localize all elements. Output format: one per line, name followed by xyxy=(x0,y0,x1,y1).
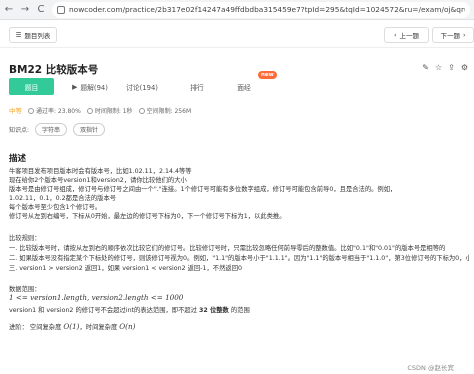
star-icon[interactable]: ☆ xyxy=(435,63,442,72)
problem-list-label: 题目列表 xyxy=(24,32,51,40)
range-note-bold: 32 位整数 xyxy=(199,307,229,314)
space-limit-text: 空间限制: 256M xyxy=(146,107,192,115)
clock-icon xyxy=(86,108,93,114)
pass-rate-text: 通过率: 23.80% xyxy=(36,107,81,115)
rule-line: 一. 比较版本号时，请按从左到右的顺序依次比较它们的修订号。比较修订号时，只需比… xyxy=(9,245,446,252)
tab-problem[interactable]: 题目 xyxy=(9,78,54,95)
video-icon: ▶ xyxy=(72,82,78,91)
desc-line: 1.02.11，0.1，0.2都是合法的版本号 xyxy=(9,195,117,202)
forward-arrow-icon[interactable]: → xyxy=(20,0,30,20)
desc-line: 每个版本号至少包含1个修订号。 xyxy=(9,204,102,211)
rule-line: 三. version1 > version2 返回1，如果 version1 <… xyxy=(9,265,242,272)
problem-tabs: 题目 ▶ 题解(94) 讨论(194) 排行 面经 new xyxy=(9,71,474,96)
next-problem-label: 下一题 xyxy=(440,32,460,40)
desc-line: 牛客项目发布项目版本时会有版本号，比如1.02.11，2.14.4等等 xyxy=(9,168,192,175)
space-complexity: O(1) xyxy=(63,322,80,331)
reload-icon[interactable]: C xyxy=(36,0,46,20)
watermark: CSDN @赵长宾 xyxy=(407,364,454,372)
advanced-requirement: 进阶： 空间复杂度 O(1)，时间复杂度 O(n) xyxy=(9,322,469,331)
edit-icon[interactable]: ✎ xyxy=(422,63,429,72)
tab-solutions-label: 题解(94) xyxy=(80,83,108,92)
share-icon[interactable]: ⇪ xyxy=(448,63,455,72)
difficulty-label: 中等 xyxy=(9,107,22,115)
range-note: version1 和 version2 的修订号不会超过int的表达范围，即不超… xyxy=(9,305,469,314)
settings-icon[interactable]: ⚙ xyxy=(461,63,468,72)
address-bar[interactable]: nowcoder.com/practice/2b317e02f14247a49f… xyxy=(52,1,470,18)
range-formula: 1 <= version1.length, version2.length <=… xyxy=(9,293,184,302)
title-actions: ✎ ☆ ⇪ ⚙ xyxy=(422,63,468,72)
pass-rate-icon xyxy=(28,108,34,114)
pass-rate: 通过率: 23.80% xyxy=(28,106,81,115)
space-limit: 空间限制: 256M xyxy=(138,106,192,115)
site-info-icon[interactable] xyxy=(57,5,65,14)
prev-icon: ‹ xyxy=(393,31,397,39)
desc-line: 修订号从左到右编号，下标从0开始，最左边的修订号下标为0，下一个修订号下标为1，… xyxy=(9,213,286,220)
range-heading: 数据范围： xyxy=(9,286,41,293)
knowledge-tag-two-pointers[interactable]: 双指针 xyxy=(73,123,106,136)
knowledge-label: 知识点: xyxy=(9,127,30,134)
tab-solutions[interactable]: ▶ 题解(94) xyxy=(65,78,115,95)
problem-title: BM22 比较版本号 xyxy=(9,64,99,76)
new-badge: new xyxy=(258,71,277,79)
description-heading: 描述 xyxy=(9,154,27,164)
rules-heading: 比较规则： xyxy=(9,235,41,242)
prev-problem-label: 上一题 xyxy=(399,32,420,40)
time-complexity: O(n) xyxy=(119,322,136,331)
problem-stats: 中等 通过率: 23.80% 时间限制: 1秒 空间限制: 256M xyxy=(9,105,191,115)
advanced-pre: 进阶： 空间复杂度 xyxy=(9,324,64,331)
tab-discussion[interactable]: 讨论(194) xyxy=(119,78,165,95)
problem-toolbar: ☰ 题目列表 ‹ 上一题 下一题 › xyxy=(0,22,474,48)
next-problem-button[interactable]: 下一题 › xyxy=(432,27,474,43)
range-note-pre: version1 和 version2 的修订号不会超过int的表达范围，即不超… xyxy=(9,307,199,314)
knowledge-tag-string[interactable]: 字符串 xyxy=(35,123,68,136)
memory-icon xyxy=(138,108,145,114)
browser-bar: ← → C nowcoder.com/practice/2b317e02f142… xyxy=(0,0,474,20)
desc-line: 现在给你2个版本号version1和version2，请你比较他们的大小 xyxy=(9,177,187,184)
desc-line: 版本号是由修订号组成，修订号与修订号之间由一个"."连接。1个修订号可能有多位数… xyxy=(9,186,397,193)
prev-problem-button[interactable]: ‹ 上一题 xyxy=(384,27,429,43)
time-limit: 时间限制: 1秒 xyxy=(86,106,133,115)
time-limit-text: 时间限制: 1秒 xyxy=(94,107,133,115)
rule-line: 二. 如果版本号没有指定某个下标处的修订号，则该修订号视为0。例如，"1.1"的… xyxy=(9,255,469,262)
knowledge-points: 知识点: 字符串 双指针 xyxy=(9,123,106,136)
tab-ranking[interactable]: 排行 xyxy=(180,78,214,95)
advanced-mid: ，时间复杂度 xyxy=(79,324,120,331)
tab-interview[interactable]: 面经 xyxy=(227,78,261,95)
problem-list-button[interactable]: ☰ 题目列表 xyxy=(9,27,57,43)
next-icon: › xyxy=(462,31,466,39)
back-arrow-icon[interactable]: ← xyxy=(4,0,14,20)
range-note-post: 的范围 xyxy=(228,307,250,314)
url-text: nowcoder.com/practice/2b317e02f14247a49f… xyxy=(69,5,465,14)
list-icon: ☰ xyxy=(15,31,22,39)
